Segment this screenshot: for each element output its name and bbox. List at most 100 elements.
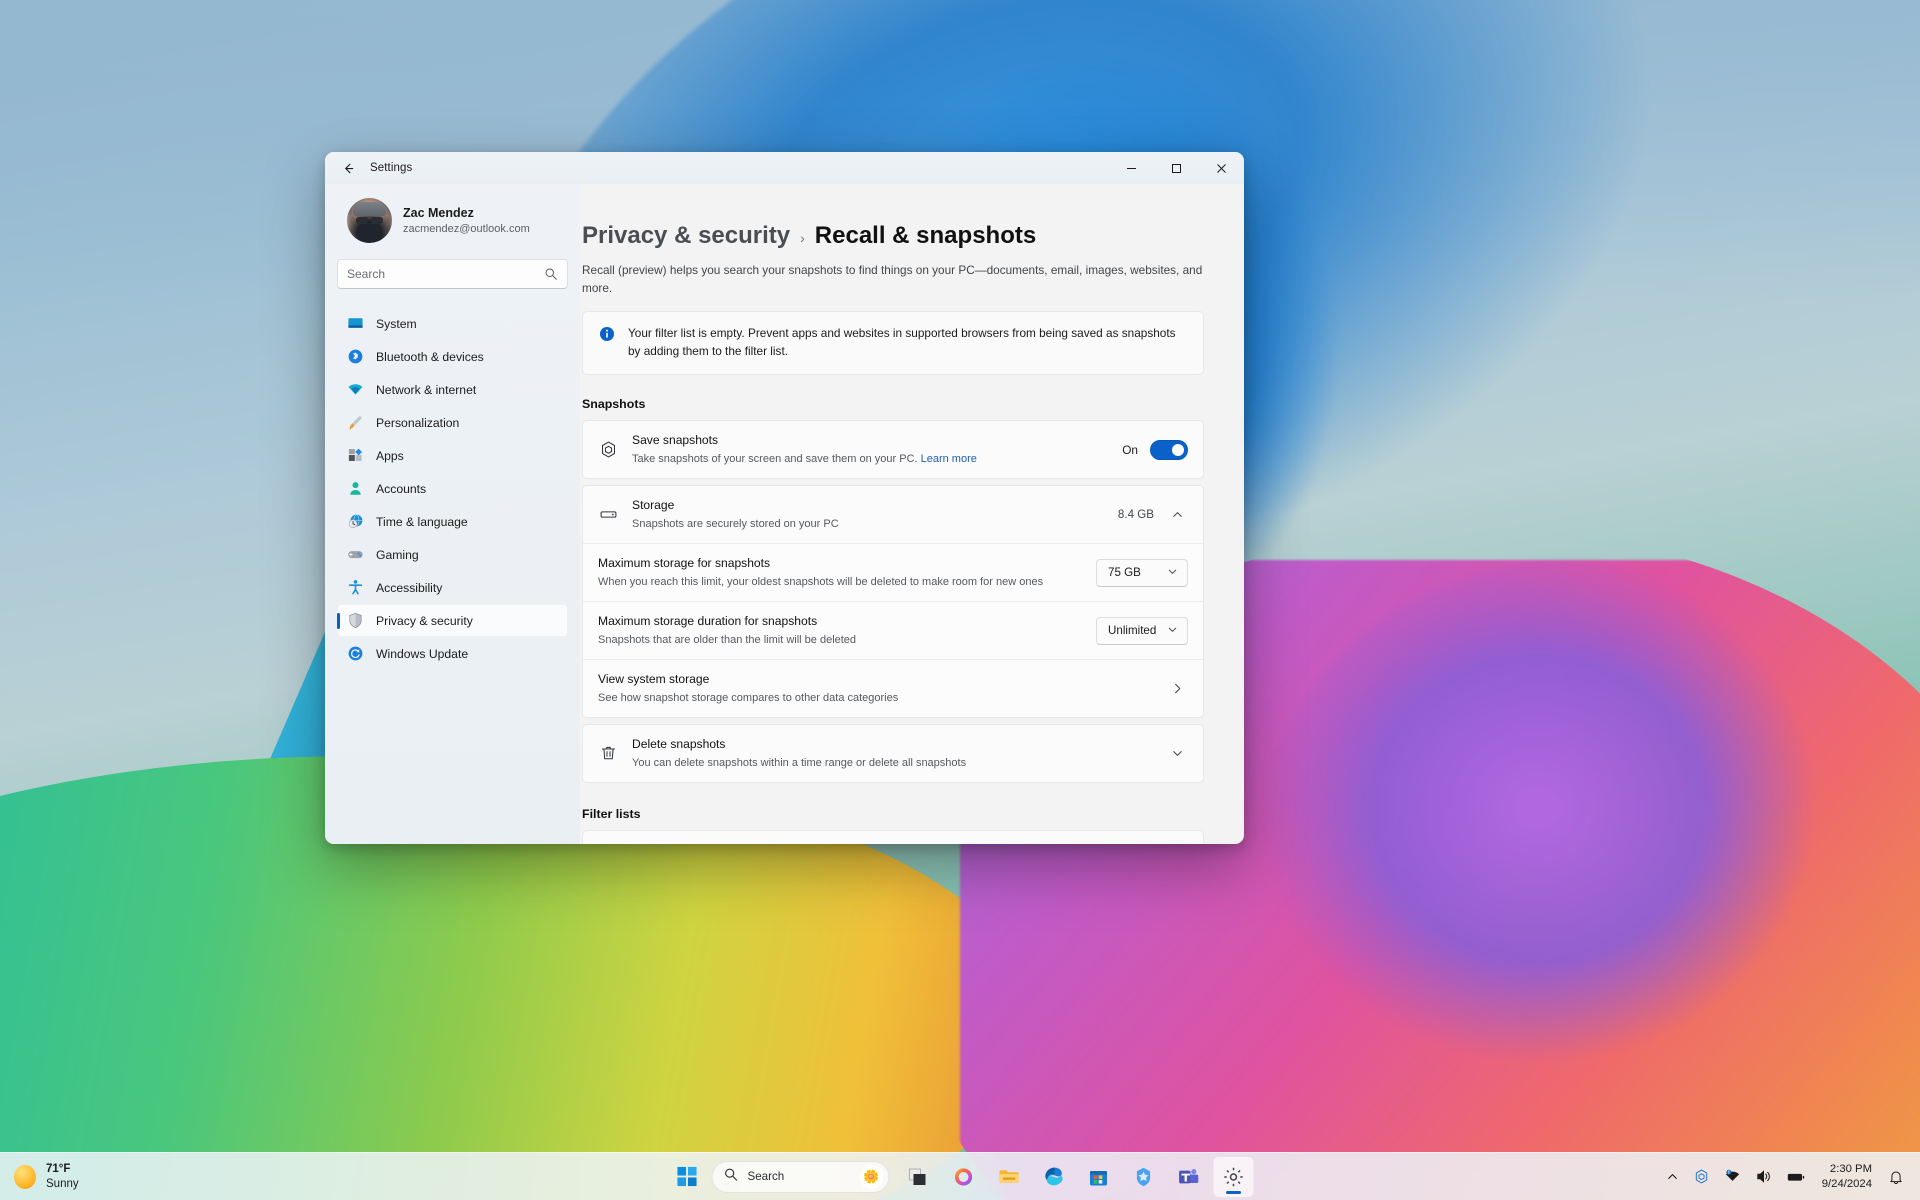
sidebar-item-time-language[interactable]: Time & language	[337, 505, 568, 538]
close-button[interactable]	[1199, 152, 1244, 184]
breadcrumb-separator: ›	[800, 230, 805, 246]
storage-title: Storage	[632, 498, 675, 513]
wifi-icon	[347, 381, 364, 398]
sidebar-item-network-internet[interactable]: Network & internet	[337, 373, 568, 406]
sidebar-item-windows-update[interactable]: Windows Update	[337, 637, 568, 670]
sidebar-item-personalization[interactable]: Personalization	[337, 406, 568, 439]
maximum-duration-select[interactable]: Unlimited	[1096, 616, 1188, 645]
clock[interactable]: 2:30 PM 9/24/2024	[1814, 1162, 1880, 1191]
settings-icon[interactable]	[1213, 1156, 1254, 1197]
photos-icon[interactable]	[1124, 1157, 1164, 1197]
breadcrumb-parent[interactable]: Privacy & security	[582, 222, 790, 250]
taskbar-center: Search 🌼	[667, 1156, 1254, 1197]
save-snapshots-description: Take snapshots of your screen and save t…	[632, 451, 1108, 468]
taskbar: 71°F Sunny Search 🌼 2:30 PM 9/24/2024	[0, 1152, 1920, 1200]
delete-snapshots-controls	[1166, 743, 1188, 765]
recall-icon[interactable]	[1687, 1159, 1716, 1195]
learn-more-link[interactable]: Learn more	[921, 453, 977, 465]
snapshot-icon	[598, 440, 618, 459]
content-area: Privacy & security › Recall & snapshots …	[580, 184, 1244, 844]
delete-snapshots-description: You can delete snapshots within a time r…	[632, 756, 967, 769]
filter-sensitive-row[interactable]: Filter sensitive information Snapshots w…	[583, 831, 1203, 844]
weather-condition: Sunny	[46, 1177, 79, 1190]
apps-grid-icon	[347, 447, 364, 464]
maximum-duration-controls: Unlimited	[1096, 616, 1188, 645]
sidebar-item-accounts[interactable]: Accounts	[337, 472, 568, 505]
back-arrow-icon[interactable]	[331, 153, 365, 183]
view-system-storage-row[interactable]: View system storage See how snapshot sto…	[583, 659, 1203, 718]
maximum-storage-value: 75 GB	[1108, 566, 1141, 580]
view-system-storage-title: View system storage	[598, 672, 710, 687]
sidebar-item-system[interactable]: System	[337, 307, 568, 340]
storage-value: 8.4 GB	[1117, 508, 1154, 522]
person-icon	[347, 480, 364, 497]
page-title: Recall & snapshots	[814, 222, 1037, 249]
maximum-storage-select[interactable]: 75 GB	[1096, 558, 1188, 587]
taskbar-search-placeholder: Search	[747, 1170, 785, 1183]
search-box[interactable]	[337, 259, 568, 289]
chevron-down-icon[interactable]	[1166, 743, 1188, 765]
profile-email: zacmendez@outlook.com	[403, 222, 530, 235]
edge-icon[interactable]	[1034, 1157, 1074, 1197]
view-system-storage-text: View system storage See how snapshot sto…	[598, 671, 1152, 706]
storage-description: Snapshots are securely stored on your PC	[632, 517, 839, 530]
save-snapshots-card: Save snapshots Take snapshots of your sc…	[582, 420, 1204, 480]
weather-widget[interactable]: 71°F Sunny	[0, 1157, 79, 1197]
storage-controls: 8.4 GB	[1118, 504, 1188, 526]
filter-lists-section-heading: Filter lists	[582, 807, 641, 822]
storage-text: Storage Snapshots are securely stored on…	[632, 497, 1104, 532]
window-title: Settings	[370, 162, 413, 174]
battery-icon[interactable]	[1780, 1159, 1812, 1195]
maximum-storage-text: Maximum storage for snapshots When you r…	[598, 555, 1082, 590]
filter-sensitive-title: Filter sensitive information	[632, 842, 1108, 844]
chevron-down-icon	[1167, 624, 1178, 637]
info-banner-text: Your filter list is empty. Prevent apps …	[628, 326, 1176, 359]
maximum-duration-value: Unlimited	[1108, 624, 1157, 638]
weather-temperature: 71°F	[46, 1162, 71, 1175]
chevron-up-icon[interactable]	[1660, 1159, 1685, 1195]
storage-row[interactable]: Storage Snapshots are securely stored on…	[583, 486, 1203, 543]
breadcrumb: Privacy & security › Recall & snapshots	[582, 222, 1204, 250]
wifi-icon[interactable]	[1718, 1159, 1747, 1195]
task-view-icon[interactable]	[899, 1157, 939, 1197]
sidebar-item-label: Apps	[376, 448, 404, 463]
teams-icon[interactable]	[1169, 1157, 1209, 1197]
delete-snapshots-row[interactable]: Delete snapshots You can delete snapshot…	[583, 725, 1203, 782]
save-snapshots-toggle[interactable]	[1150, 439, 1188, 460]
sidebar-item-bluetooth-devices[interactable]: Bluetooth & devices	[337, 340, 568, 373]
user-profile[interactable]: Zac Mendez zacmendez@outlook.com	[337, 184, 568, 257]
filter-sensitive-text: Filter sensitive information Snapshots w…	[632, 842, 1108, 844]
sidebar-item-accessibility[interactable]: Accessibility	[337, 571, 568, 604]
sidebar-item-label: Time & language	[376, 514, 468, 529]
clock-globe-icon	[347, 513, 364, 530]
sidebar-item-privacy-security[interactable]: Privacy & security	[337, 604, 568, 637]
sidebar-item-label: Bluetooth & devices	[376, 349, 484, 364]
taskbar-search[interactable]: Search 🌼	[711, 1160, 890, 1193]
minimize-button[interactable]	[1109, 152, 1154, 184]
window-body: Zac Mendez zacmendez@outlook.com Search …	[325, 184, 1244, 844]
sun-icon	[14, 1164, 36, 1189]
maximum-duration-title: Maximum storage duration for snapshots	[598, 614, 818, 629]
save-snapshots-row[interactable]: Save snapshots Take snapshots of your sc…	[583, 421, 1203, 478]
view-system-storage-controls	[1166, 678, 1188, 700]
save-snapshots-toggle-label: On	[1122, 442, 1138, 457]
maximize-button[interactable]	[1154, 152, 1199, 184]
sidebar-item-gaming[interactable]: Gaming	[337, 538, 568, 571]
speaker-icon[interactable]	[1749, 1159, 1778, 1195]
lotus-icon: 🌼	[859, 1164, 884, 1189]
search-input[interactable]	[347, 267, 544, 281]
monitor-icon	[347, 315, 364, 332]
windows-start-icon[interactable]	[667, 1157, 707, 1197]
snapshots-section-heading: Snapshots	[582, 397, 646, 412]
maximum-storage-title: Maximum storage for snapshots	[598, 556, 771, 571]
sidebar-item-apps[interactable]: Apps	[337, 439, 568, 472]
profile-name: Zac Mendez	[403, 205, 474, 220]
bell-icon[interactable]	[1882, 1159, 1910, 1195]
microsoft-store-icon[interactable]	[1079, 1157, 1119, 1197]
search-icon	[724, 1167, 739, 1187]
chevron-down-icon	[1167, 566, 1178, 579]
chevron-up-icon[interactable]	[1166, 504, 1188, 526]
copilot-icon[interactable]	[944, 1157, 984, 1197]
chevron-right-icon[interactable]	[1166, 678, 1188, 700]
file-explorer-icon[interactable]	[989, 1157, 1029, 1197]
